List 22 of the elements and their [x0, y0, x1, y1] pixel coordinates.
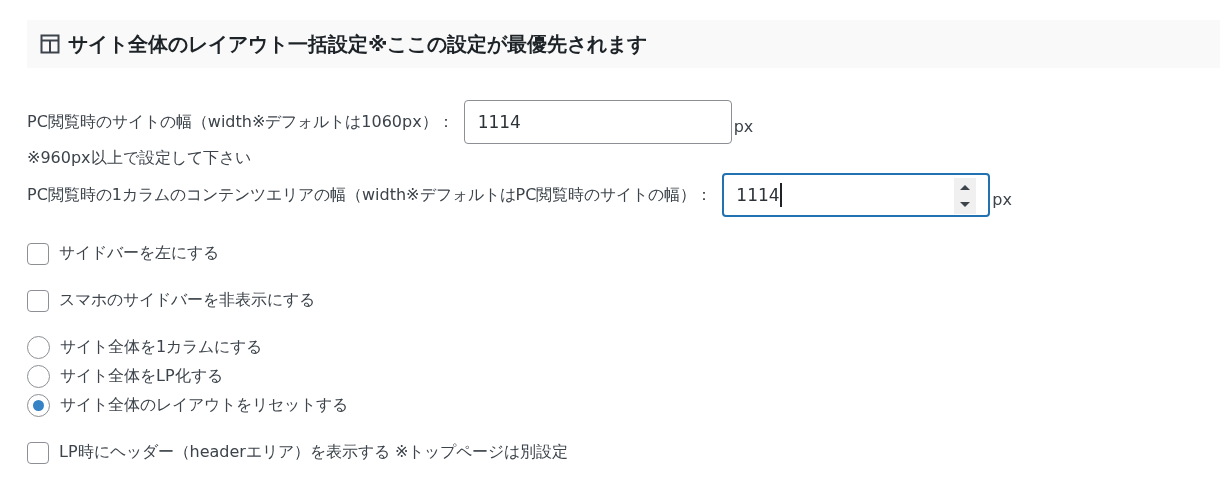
option-label: サイト全体をLP化する [60, 366, 223, 387]
field-label: PC閲覧時のサイトの幅（width※デフォルトは1060px）： [27, 111, 454, 133]
field-label: PC閲覧時の1カラムのコンテンツエリアの幅（width※デフォルトはPC閲覧時のサイトの幅）： [27, 184, 713, 206]
number-field[interactable]: 1114 [463, 100, 732, 144]
spinner-icon[interactable] [954, 178, 977, 214]
checkbox[interactable] [27, 289, 49, 312]
unit-label: px [733, 117, 754, 136]
option-label: サイト全体のレイアウトをリセットする [60, 395, 348, 416]
layout-icon [40, 34, 60, 54]
radio-button[interactable] [27, 365, 50, 388]
option-label: スマホのサイドバーを非表示にする [59, 290, 315, 311]
field-note: ※960px以上で設定して下さい [27, 148, 252, 169]
option-label: LP時にヘッダー（headerエリア）を表示する ※トップページは別設定 [59, 442, 569, 463]
number-field[interactable]: 1114 [722, 173, 991, 217]
radio-button[interactable] [27, 336, 50, 359]
radio-button[interactable] [27, 394, 50, 417]
option-label: サイト全体を1カラムにする [60, 337, 263, 358]
checkbox[interactable] [27, 242, 49, 265]
section-title: サイト全体のレイアウト一括設定※ここの設定が最優先されます [68, 30, 648, 58]
option-label: サイドバーを左にする [59, 243, 219, 264]
unit-label: px [992, 190, 1012, 209]
checkbox[interactable] [27, 441, 49, 464]
